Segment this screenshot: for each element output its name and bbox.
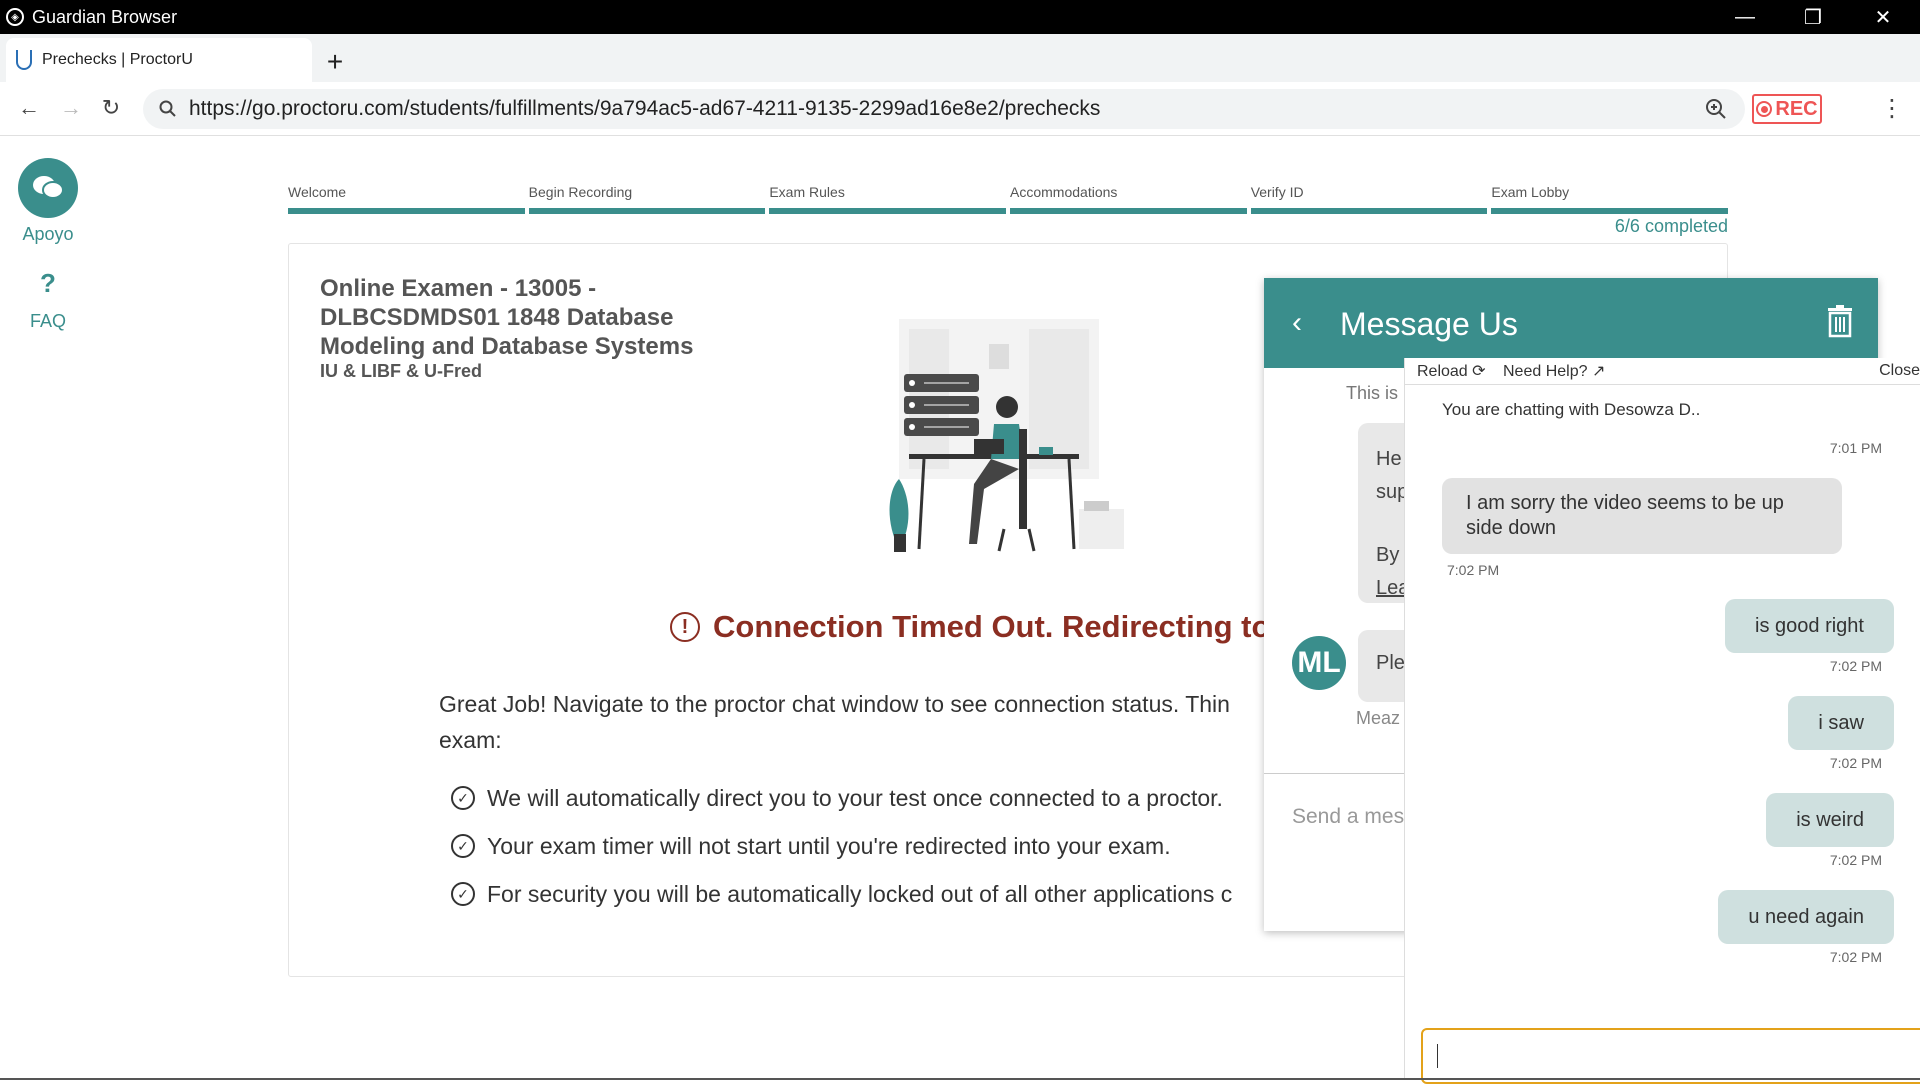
chat-bubbles-icon [18, 158, 78, 218]
list-item-text: For security you will be automatically l… [487, 880, 1233, 907]
step-welcome: Welcome [288, 184, 525, 214]
reload-label: Reload [1417, 363, 1468, 380]
back-arrow-icon[interactable]: ← [15, 95, 43, 121]
record-dot-icon [1756, 101, 1773, 117]
exam-institution: IU & LIBF & U-Fred [320, 361, 482, 381]
bubble-text: By [1376, 544, 1400, 566]
list-item: ✓ We will automatically direct you to yo… [451, 774, 1232, 822]
live-chat-window: Reload ⟳ Need Help? ↗ Close You are chat… [1404, 358, 1920, 1084]
steps-completed-count: 6/6 completed [1614, 216, 1728, 236]
message-us-title: Message Us [1340, 306, 1518, 342]
precheck-progress-steps: Welcome Begin Recording Exam Rules Accom… [288, 184, 1729, 214]
instructions-text: Great Job! Navigate to the proctor chat … [439, 686, 1389, 758]
restore-icon[interactable]: ❐ [1778, 0, 1848, 34]
woman-at-desk-illustration [889, 319, 1124, 552]
trash-icon[interactable] [1826, 304, 1854, 343]
faq-button[interactable]: ? FAQ [18, 268, 78, 332]
zoom-icon[interactable] [1705, 98, 1727, 125]
step-begin-recording: Begin Recording [528, 184, 766, 214]
exam-title: Online Examen - 13005 - DLBCSDMDS01 1848… [320, 275, 694, 360]
more-menu-icon[interactable]: ⋮ [1880, 94, 1904, 123]
warning-circle-icon: ! [670, 612, 700, 642]
rec-label: REC [1775, 97, 1818, 120]
close-chat-button[interactable]: Close [1879, 362, 1920, 380]
list-item: ✓ Your exam timer will not start until y… [451, 822, 1232, 870]
reload-chat-button[interactable]: Reload ⟳ [1417, 361, 1486, 381]
window-title: Guardian Browser [32, 6, 178, 27]
connection-timeout-message: ! Connection Timed Out. Redirecting to S… [670, 609, 1319, 645]
timestamp: 7:02 PM [1829, 852, 1882, 868]
url-text: https://go.proctoru.com/students/fulfill… [189, 97, 1101, 120]
timestamp: 7:02 PM [1447, 562, 1500, 578]
list-item: ✓ For security you will be automatically… [451, 870, 1232, 918]
instructions-line-2: exam: [439, 727, 502, 753]
close-window-icon[interactable]: ✕ [1848, 0, 1918, 34]
chat-message-outgoing: is good right [1725, 599, 1894, 653]
chat-message-outgoing: i saw [1788, 696, 1894, 750]
bubble-text: He [1376, 448, 1402, 470]
navigation-bar: ← → ↻ https://go.proctoru.com/students/f… [0, 82, 1920, 136]
list-item-text: We will automatically direct you to your… [487, 784, 1223, 811]
external-link-icon: ↗ [1591, 363, 1606, 380]
instructions-line-1: Great Job! Navigate to the proctor chat … [439, 691, 1230, 717]
need-help-button[interactable]: Need Help? ↗ [1503, 361, 1605, 381]
tab-strip: Prechecks | ProctorU + [0, 34, 1920, 82]
support-button[interactable]: Apoyo [18, 158, 78, 245]
timestamp: 7:02 PM [1829, 755, 1882, 771]
avatar: ML [1292, 636, 1346, 690]
proctoru-favicon-icon [16, 50, 32, 70]
sender-name: Meaz [1356, 708, 1401, 728]
send-message-input[interactable]: Send a mes [1292, 805, 1404, 829]
recording-indicator: REC [1752, 94, 1822, 124]
reload-icon[interactable]: ↻ [97, 95, 125, 121]
support-label: Apoyo [22, 224, 74, 244]
question-mark-icon: ? [40, 268, 56, 298]
tab-prechecks[interactable]: Prechecks | ProctorU [6, 38, 312, 82]
message-us-header: ‹ Message Us [1264, 278, 1878, 368]
check-circle-icon: ✓ [451, 786, 475, 810]
chat-toolbar: Reload ⟳ Need Help? ↗ Close [1405, 358, 1920, 385]
minimize-icon[interactable]: — [1710, 0, 1780, 34]
chevron-left-icon[interactable]: ‹ [1292, 306, 1302, 340]
check-circle-icon: ✓ [451, 834, 475, 858]
chat-message-incoming: I am sorry the video seems to be up side… [1442, 478, 1842, 554]
chat-message-input[interactable] [1421, 1028, 1920, 1084]
forward-arrow-icon[interactable]: → [57, 95, 85, 121]
step-exam-lobby: Exam Lobby [1491, 184, 1729, 214]
guardian-shield-icon: ◈ [6, 8, 24, 26]
step-accommodations: Accommodations [1010, 184, 1247, 214]
intro-text: This is [1346, 383, 1399, 403]
window-titlebar: ◈ Guardian Browser — ❐ ✕ [0, 0, 1920, 34]
check-circle-icon: ✓ [451, 882, 475, 906]
address-bar[interactable]: https://go.proctoru.com/students/fulfill… [143, 89, 1745, 129]
chat-message-outgoing: u need again [1718, 890, 1894, 944]
timeout-text: Connection Timed Out. Redirecting to Su [713, 609, 1319, 644]
chat-message-outgoing: is weird [1766, 793, 1894, 847]
bubble-text: Ple [1376, 652, 1405, 674]
new-tab-button[interactable]: + [320, 48, 350, 76]
need-help-label: Need Help? [1503, 363, 1588, 380]
timestamp: 7:01 PM [1829, 440, 1882, 456]
tab-label: Prechecks | ProctorU [42, 51, 193, 68]
step-verify-id: Verify ID [1250, 184, 1488, 214]
list-item-text: Your exam timer will not start until you… [487, 832, 1171, 859]
timestamp: 7:02 PM [1829, 949, 1882, 965]
instructions-list: ✓ We will automatically direct you to yo… [451, 774, 1232, 918]
step-exam-rules: Exam Rules [769, 184, 1007, 214]
refresh-icon: ⟳ [1472, 363, 1486, 380]
timestamp: 7:02 PM [1829, 658, 1882, 674]
search-icon [159, 100, 177, 123]
faq-label: FAQ [29, 311, 66, 331]
chatting-with-text: You are chatting with Desowza D.. [1442, 400, 1701, 419]
